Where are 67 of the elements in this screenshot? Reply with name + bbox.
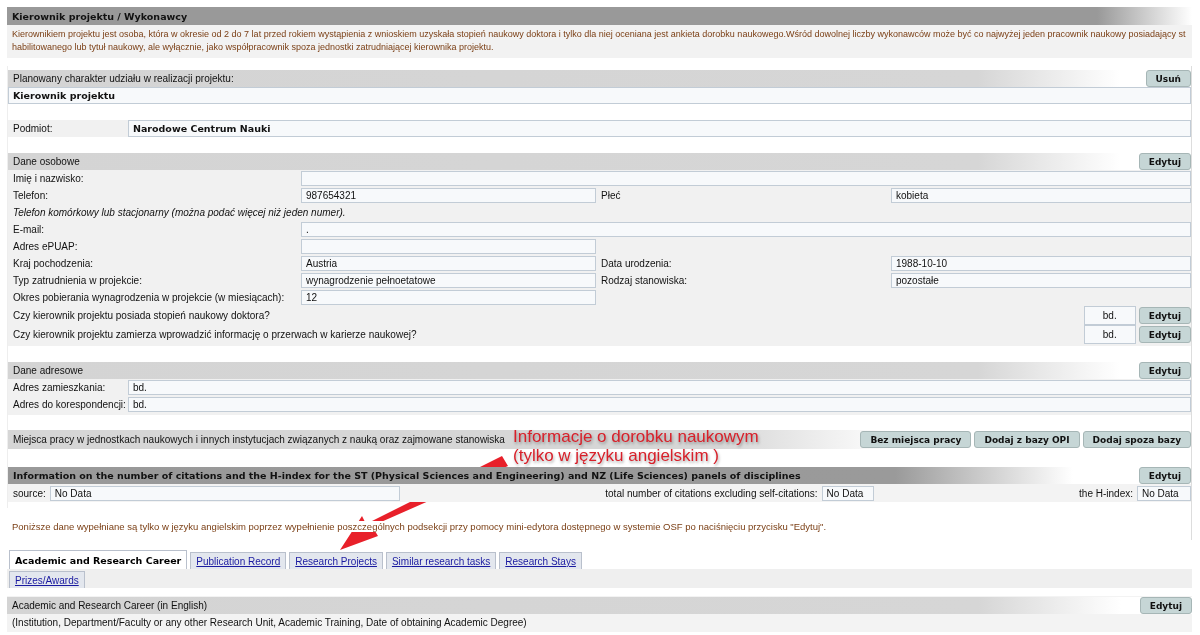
- input-field[interactable]: Kierownik projektu: [8, 87, 1191, 104]
- edit-button[interactable]: Edytuj: [1138, 153, 1191, 170]
- input-field[interactable]: No Data: [821, 485, 874, 501]
- input-field[interactable]: .: [301, 222, 1191, 237]
- field-label: Okres pobierania wynagrodzenia w projekcie (w miesiącach):: [12, 292, 286, 303]
- input-field[interactable]: [301, 171, 1191, 186]
- tab[interactable]: Research Projects: [289, 552, 383, 569]
- input-field[interactable]: kobieta: [891, 188, 1191, 203]
- field-label: total number of citations excluding self-citations:: [605, 487, 818, 499]
- tab[interactable]: Research Stays: [499, 552, 582, 569]
- input-field[interactable]: No Data: [49, 485, 400, 501]
- field-label: Rodzaj stanowiska:: [600, 275, 689, 286]
- tab[interactable]: Prizes/Awards: [9, 571, 85, 588]
- notice-text: Kierownikiem projektu jest osoba, która w okresie od 2 do 7 lat przed rokiem wystąpienia z wnioskiem uzyskała stopień naukowy doktora i tylko dla niej oceniana jest ankieta dorobku naukowego.Wśród dowolnej liczby wykonawców może być co najwyżej jeden pracownik naukowy posiadający st: [12, 28, 1186, 41]
- input-field[interactable]: Narodowe Centrum Nauki: [128, 120, 1191, 137]
- input-field[interactable]: No Data: [1137, 485, 1191, 501]
- input-field[interactable]: bd.: [128, 397, 1191, 412]
- field-label: E-mail:: [12, 224, 46, 235]
- action-button[interactable]: Dodaj spoza bazy: [1082, 431, 1191, 448]
- description-text: (Institution, Department/Faculty or any other Research Unit, Academic Training, Date of obtaining Academic Degree): [11, 617, 528, 628]
- section-title: Academic and Research Career (in English): [12, 600, 208, 611]
- section-title: Dane osobowe: [13, 156, 80, 167]
- field-label: Telefon:: [12, 190, 50, 201]
- input-field[interactable]: wynagrodzenie pełnoetatowe: [301, 273, 596, 288]
- field-label: Czy kierownik projektu posiada stopień naukowy doktora?: [12, 310, 270, 321]
- action-button[interactable]: Bez miejsca pracy: [860, 431, 972, 448]
- hint-text: Telefon komórkowy lub stacjonarny (można podać więcej niż jeden numer).: [13, 207, 347, 218]
- input-field[interactable]: 987654321: [301, 188, 596, 203]
- edit-button[interactable]: Edytuj: [1138, 362, 1191, 379]
- tab[interactable]: Academic and Research Career: [9, 550, 188, 569]
- field-label: Imię i nazwisko:: [12, 173, 85, 184]
- edit-button[interactable]: Edytuj: [1139, 597, 1192, 614]
- section-title: Miejsca pracy w jednostkach naukowych i innych instytucjach związanych z nauką oraz zajmowane stanowiska: [13, 434, 505, 445]
- edit-button[interactable]: Edytuj: [1138, 467, 1191, 484]
- field-label: Kraj pochodzenia:: [12, 258, 95, 269]
- input-field[interactable]: bd.: [128, 380, 1191, 395]
- field-label: the H-index:: [1079, 487, 1133, 499]
- input-field[interactable]: 12: [301, 290, 596, 305]
- input-field[interactable]: bd.: [1083, 306, 1136, 325]
- field-label: Adres zamieszkania:: [12, 382, 107, 393]
- section-title: Information on the number of citations and the H-index for the ST (Physical Sciences and Engineering) and NZ (Life Sciences) panels of disciplines: [13, 470, 801, 481]
- info-text: Poniższe dane wypełniane są tylko w języku angielskim poprzez wypełnienie poszczególnych podsekcji przy pomocy mini-edytora dostępnego w systemie OSF po naciśnięciu przycisku "Edytuj".: [12, 521, 827, 532]
- field-label: Adres ePUAP:: [12, 241, 79, 252]
- field-label: Płeć: [600, 190, 622, 201]
- annotation-text: Informacje o dorobku naukowym: [513, 427, 759, 446]
- field-label: Data urodzenia:: [600, 258, 673, 269]
- field-label: Czy kierownik projektu zamierza wprowadzić informację o przerwach w karierze naukowej?: [12, 329, 417, 340]
- tab[interactable]: Similar research tasks: [385, 552, 497, 569]
- input-field[interactable]: [301, 239, 596, 254]
- edit-button[interactable]: Usuń: [1145, 70, 1191, 87]
- field-label: source:: [13, 487, 46, 499]
- input-field[interactable]: bd.: [1083, 325, 1136, 344]
- field-label: Podmiot:: [12, 123, 54, 134]
- action-button[interactable]: Dodaj z bazy OPI: [974, 431, 1080, 448]
- edit-button[interactable]: Edytuj: [1138, 307, 1191, 324]
- field-label: Typ zatrudnienia w projekcie:: [12, 275, 143, 286]
- notice-text: habilitowanego lub tytuł naukowy, ale wyłącznie, jako współpracownik spoza jednostki zatrudniającej kierownika projektu.: [12, 41, 494, 54]
- input-field[interactable]: 1988-10-10: [891, 256, 1191, 271]
- input-field[interactable]: pozostałe: [891, 273, 1191, 288]
- field-label: Adres do korespondencji:: [12, 399, 127, 410]
- section-title: Dane adresowe: [13, 365, 84, 376]
- page-title: Kierownik projektu / Wykonawcy: [12, 10, 188, 22]
- annotation-text: (tylko w języku angielskim ): [513, 446, 720, 465]
- input-field[interactable]: Austria: [301, 256, 596, 271]
- tab[interactable]: Publication Record: [190, 552, 287, 569]
- section-title: Planowany charakter udziału w realizacji projektu:: [13, 73, 234, 84]
- edit-button[interactable]: Edytuj: [1138, 326, 1191, 343]
